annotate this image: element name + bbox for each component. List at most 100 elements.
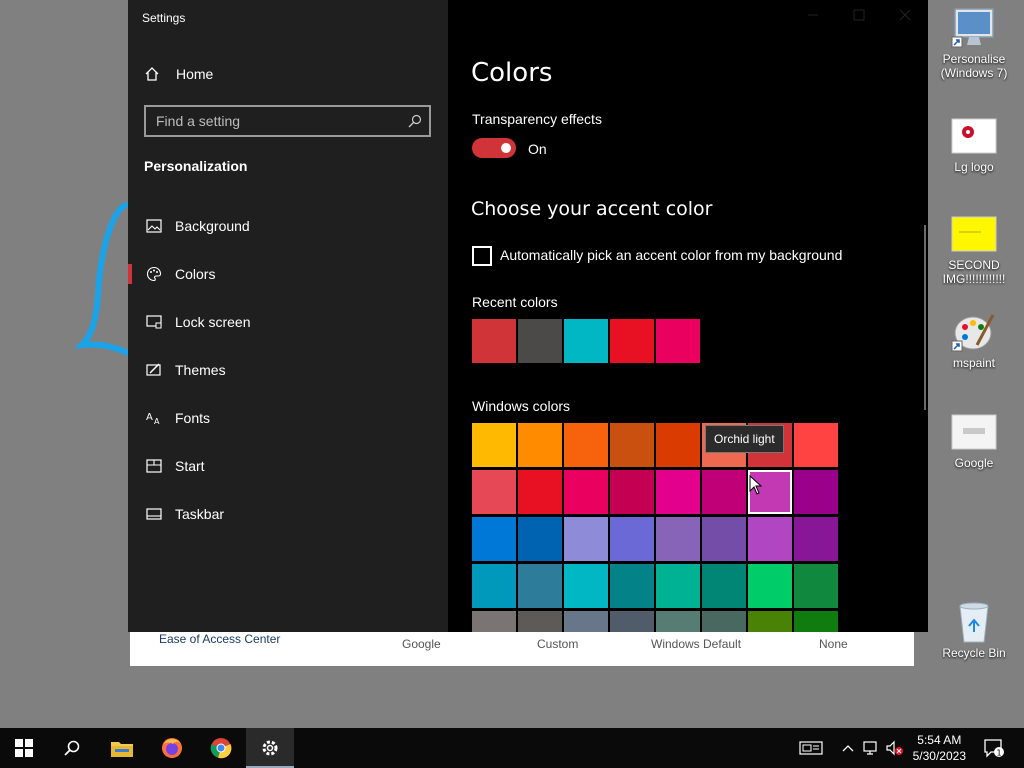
search-icon[interactable] bbox=[407, 113, 423, 134]
color-swatch[interactable] bbox=[656, 470, 700, 514]
color-swatch[interactable] bbox=[564, 564, 608, 608]
color-swatch[interactable] bbox=[794, 517, 838, 561]
desktop-icon-label: Personalise (Windows 7) bbox=[940, 52, 1008, 80]
firefox-icon bbox=[162, 738, 182, 758]
desktop-icon-recycle-bin[interactable]: Recycle Bin bbox=[936, 602, 1012, 660]
transparency-label: Transparency effects bbox=[472, 111, 602, 127]
recent-color-swatch[interactable] bbox=[518, 319, 562, 363]
color-swatch[interactable] bbox=[518, 517, 562, 561]
color-swatch[interactable] bbox=[610, 423, 654, 467]
search-icon bbox=[64, 740, 80, 756]
color-swatch[interactable] bbox=[472, 517, 516, 561]
notification-count: 1 bbox=[997, 749, 1002, 758]
color-swatch[interactable] bbox=[472, 611, 516, 632]
color-swatch[interactable] bbox=[656, 423, 700, 467]
theme-option-custom[interactable]: Custom bbox=[537, 637, 578, 651]
home-nav-item[interactable]: Home bbox=[144, 64, 213, 84]
recent-color-swatch[interactable] bbox=[472, 319, 516, 363]
desktop-icon-mspaint[interactable]: mspaint bbox=[936, 312, 1012, 370]
color-swatch[interactable] bbox=[794, 611, 838, 632]
search-box[interactable] bbox=[144, 105, 431, 137]
volume-muted-icon[interactable] bbox=[885, 738, 905, 758]
mouse-cursor-icon bbox=[749, 475, 763, 495]
color-swatch[interactable] bbox=[518, 423, 562, 467]
section-title: Personalization bbox=[144, 158, 248, 174]
color-swatch[interactable] bbox=[656, 564, 700, 608]
color-swatch[interactable] bbox=[702, 470, 746, 514]
desktop-icon-second-img[interactable]: SECOND IMG!!!!!!!!!!!! bbox=[936, 214, 1012, 286]
color-swatch[interactable] bbox=[518, 564, 562, 608]
start-icon bbox=[144, 456, 164, 476]
palette-icon bbox=[144, 264, 164, 284]
color-swatch[interactable] bbox=[472, 423, 516, 467]
color-swatch[interactable] bbox=[518, 470, 562, 514]
sidebar-item-fonts[interactable]: AA Fonts bbox=[128, 398, 448, 438]
recent-color-swatch[interactable] bbox=[610, 319, 654, 363]
color-swatch[interactable] bbox=[702, 611, 746, 632]
color-swatch[interactable] bbox=[610, 564, 654, 608]
scrollbar[interactable] bbox=[924, 225, 926, 410]
chrome-button[interactable] bbox=[197, 728, 245, 768]
task-view-icon[interactable] bbox=[798, 738, 824, 758]
color-swatch[interactable] bbox=[748, 564, 792, 608]
home-icon bbox=[144, 66, 164, 82]
clock-time: 5:54 AM bbox=[917, 733, 962, 747]
theme-option-none[interactable]: None bbox=[819, 637, 848, 651]
monitor-icon bbox=[950, 8, 998, 48]
color-swatch[interactable] bbox=[794, 470, 838, 514]
gear-icon bbox=[262, 740, 278, 756]
desktop-icon-lg-logo[interactable]: Lg logo bbox=[936, 116, 1012, 174]
desktop-icon-personalise[interactable]: Personalise (Windows 7) bbox=[936, 8, 1012, 80]
color-swatch[interactable] bbox=[610, 517, 654, 561]
chevron-up-icon[interactable] bbox=[838, 738, 858, 758]
color-swatch[interactable] bbox=[472, 564, 516, 608]
color-swatch[interactable] bbox=[702, 517, 746, 561]
sidebar-item-label: Background bbox=[175, 218, 250, 234]
color-swatch[interactable] bbox=[564, 423, 608, 467]
color-swatch[interactable] bbox=[702, 564, 746, 608]
color-swatch[interactable] bbox=[656, 611, 700, 632]
sidebar-item-taskbar[interactable]: Taskbar bbox=[128, 494, 448, 534]
auto-pick-checkbox[interactable] bbox=[472, 246, 492, 266]
color-swatch[interactable] bbox=[748, 517, 792, 561]
transparency-toggle[interactable] bbox=[472, 138, 516, 158]
sidebar-item-themes[interactable]: Themes bbox=[128, 350, 448, 390]
file-explorer-button[interactable] bbox=[98, 728, 146, 768]
color-swatch[interactable] bbox=[794, 564, 838, 608]
color-swatch[interactable] bbox=[564, 470, 608, 514]
auto-pick-label[interactable]: Automatically pick an accent color from … bbox=[500, 247, 842, 263]
clock-date: 5/30/2023 bbox=[912, 749, 966, 763]
fonts-icon: AA bbox=[144, 408, 164, 428]
color-swatch[interactable] bbox=[656, 517, 700, 561]
sidebar-item-lock-screen[interactable]: Lock screen bbox=[128, 302, 448, 342]
color-swatch[interactable] bbox=[610, 611, 654, 632]
color-swatch[interactable] bbox=[472, 470, 516, 514]
clock[interactable]: 5:54 AM 5/30/2023 bbox=[913, 732, 966, 764]
theme-option-google[interactable]: Google bbox=[402, 637, 441, 651]
ease-of-access-link[interactable]: Ease of Access Center bbox=[159, 632, 280, 646]
image-file-icon bbox=[950, 116, 998, 156]
color-swatch[interactable] bbox=[748, 611, 792, 632]
search-input[interactable] bbox=[146, 107, 429, 135]
recent-color-swatch[interactable] bbox=[656, 319, 700, 363]
chrome-icon bbox=[210, 738, 232, 759]
desktop-icon-label: Lg logo bbox=[954, 160, 994, 174]
color-swatch[interactable] bbox=[794, 423, 838, 467]
sidebar-item-start[interactable]: Start bbox=[128, 446, 448, 486]
firefox-button[interactable] bbox=[148, 728, 196, 768]
sidebar-item-background[interactable]: Background bbox=[128, 206, 448, 246]
theme-option-windows-default[interactable]: Windows Default bbox=[651, 637, 741, 651]
color-swatch[interactable] bbox=[610, 470, 654, 514]
color-swatch[interactable] bbox=[564, 611, 608, 632]
network-icon[interactable] bbox=[861, 738, 881, 758]
color-swatch[interactable] bbox=[518, 611, 562, 632]
settings-taskbar-button[interactable] bbox=[246, 728, 294, 768]
color-swatch[interactable] bbox=[564, 517, 608, 561]
start-button[interactable] bbox=[0, 728, 48, 768]
search-button[interactable] bbox=[48, 728, 96, 768]
sidebar-item-colors[interactable]: Colors bbox=[128, 254, 448, 294]
recent-color-swatch[interactable] bbox=[564, 319, 608, 363]
notification-center-icon[interactable]: 1 bbox=[982, 738, 1006, 758]
desktop-icon-label: mspaint bbox=[952, 356, 996, 370]
desktop-icon-google[interactable]: Google bbox=[936, 412, 1012, 470]
